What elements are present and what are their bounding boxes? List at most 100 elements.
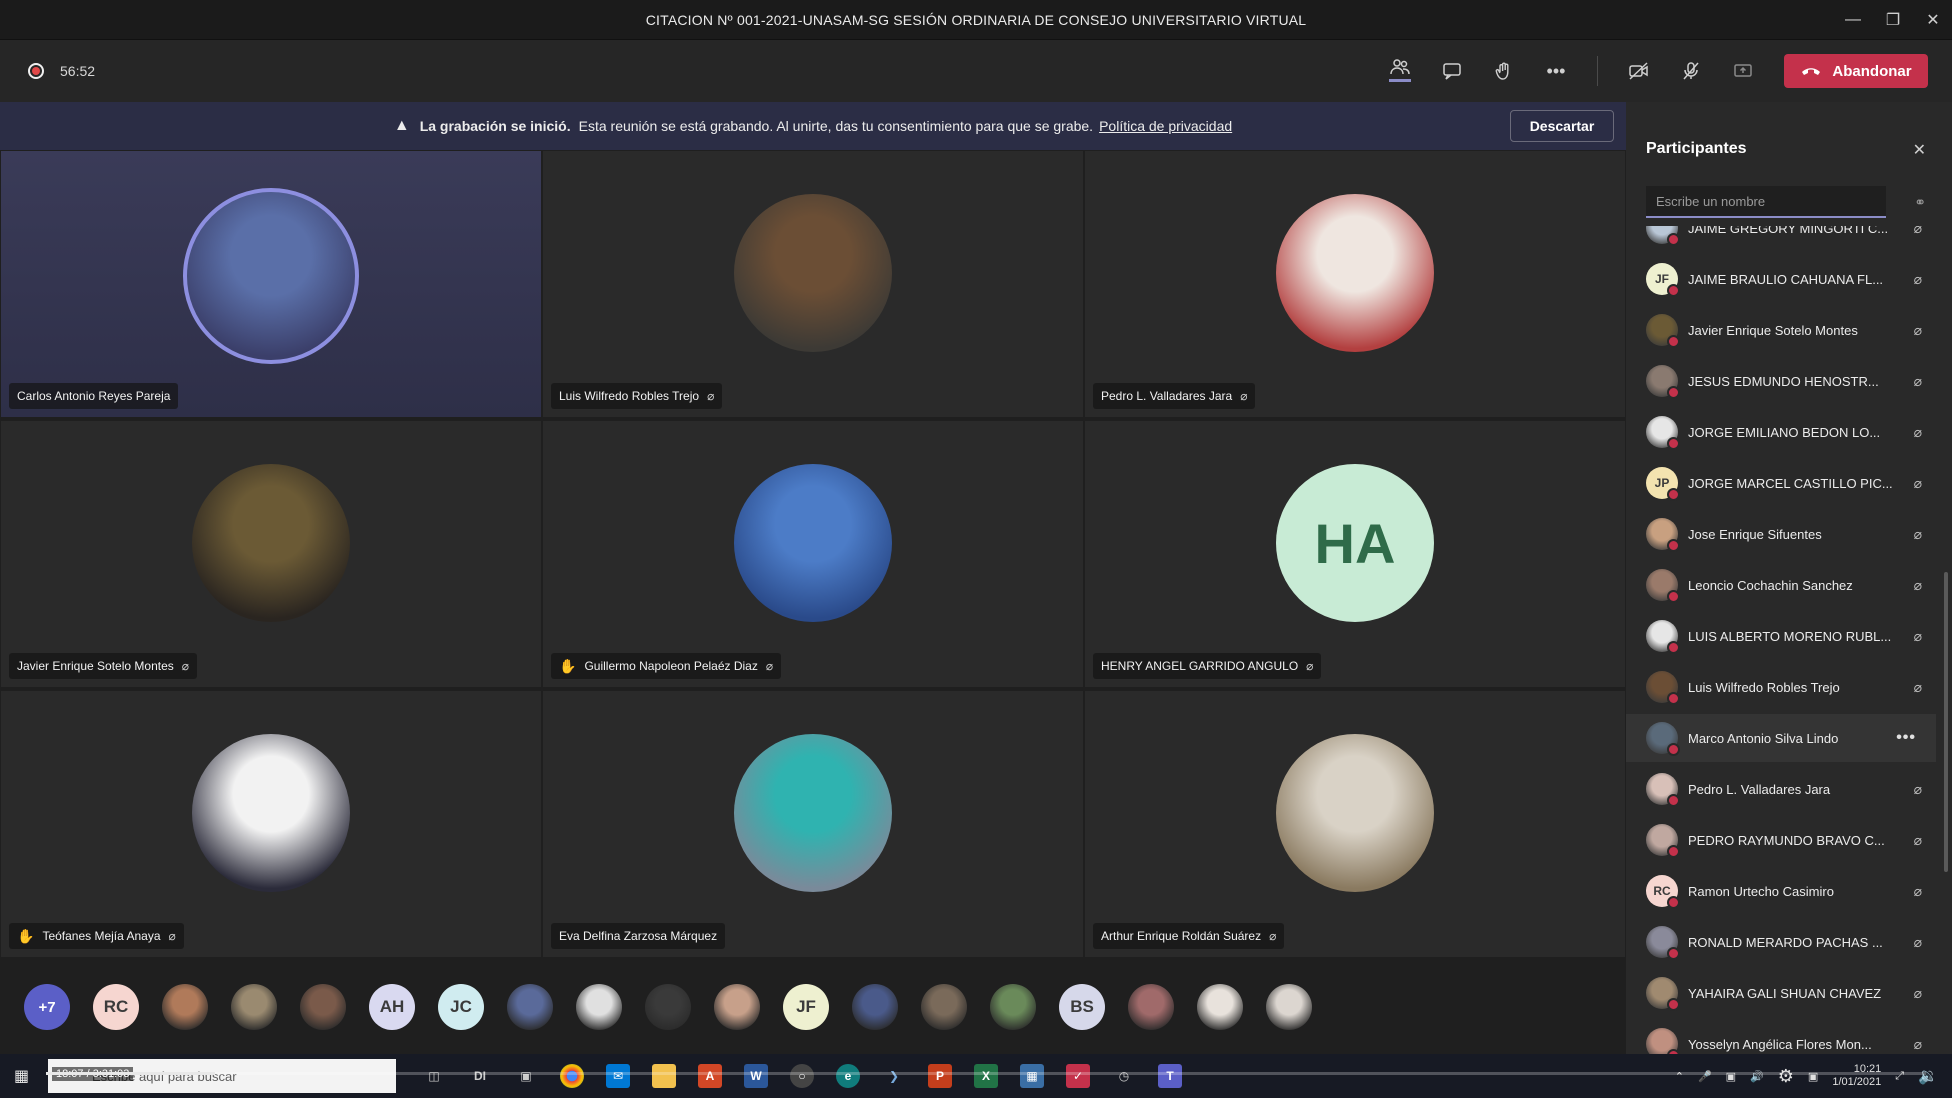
terminal-icon[interactable]: ❯	[882, 1064, 906, 1088]
raise-hand-icon[interactable]	[1493, 60, 1515, 82]
participant-row[interactable]: JP JORGE MARCEL CASTILLO PIC... ⌀	[1626, 459, 1936, 507]
participant-photo-avatar[interactable]	[507, 984, 553, 1030]
participant-initials-avatar[interactable]: BS	[1059, 984, 1105, 1030]
participant-row[interactable]: RC Ramon Urtecho Casimiro ⌀	[1626, 867, 1936, 915]
participant-photo-avatar[interactable]	[1266, 984, 1312, 1030]
video-progress-fill	[46, 1072, 216, 1075]
participant-row[interactable]: JAIME GREGORY MINGORTI C... ⌀	[1626, 226, 1936, 252]
edge-icon[interactable]: e	[836, 1064, 860, 1088]
mic-off-icon: ⌀	[1913, 372, 1922, 389]
mic-off-icon: ⌀	[1913, 984, 1922, 1001]
video-tile[interactable]: Carlos Antonio Reyes Pareja	[0, 150, 542, 418]
participant-row[interactable]: LUIS ALBERTO MORENO RUBL... ⌀	[1626, 612, 1936, 660]
participant-initials-avatar[interactable]: JF	[783, 984, 829, 1030]
participant-photo-avatar[interactable]	[714, 984, 760, 1030]
participant-search-input[interactable]	[1646, 186, 1886, 218]
powerpoint-icon[interactable]: P	[928, 1064, 952, 1088]
more-participants-button[interactable]: +7	[24, 984, 70, 1030]
row-more-options-icon[interactable]: •••	[1896, 729, 1916, 747]
participant-initials-avatar[interactable]: AH	[369, 984, 415, 1030]
video-tile[interactable]: Luis Wilfredo Robles Trejo ⌀	[542, 150, 1084, 418]
participant-initials-avatar[interactable]: RC	[93, 984, 139, 1030]
privacy-policy-link[interactable]: Política de privacidad	[1099, 118, 1232, 134]
participant-row[interactable]: Jose Enrique Sifuentes ⌀	[1626, 510, 1936, 558]
video-tile[interactable]: ✋ Teófanes Mejía Anaya ⌀	[0, 690, 542, 958]
participant-list: JAIME GREGORY MINGORTI C... ⌀ JF JAIME BRAU…	[1626, 226, 1952, 1054]
clock-app-icon[interactable]: ◷	[1112, 1064, 1136, 1088]
participant-photo-avatar[interactable]	[1197, 984, 1243, 1030]
task-view-icon[interactable]: ◫	[422, 1064, 446, 1088]
video-tile[interactable]: Javier Enrique Sotelo Montes ⌀	[0, 420, 542, 688]
excel-icon[interactable]: X	[974, 1064, 998, 1088]
settings-icon[interactable]: ⚙	[1778, 1066, 1794, 1087]
leave-button-label: Abandonar	[1832, 62, 1912, 80]
calculator-icon[interactable]: ▦	[1020, 1064, 1044, 1088]
taskbar-search[interactable]: 18:07 / 3:31:03 Escribe aquí para buscar	[48, 1059, 396, 1093]
participant-row[interactable]: JORGE EMILIANO BEDON LO... ⌀	[1626, 408, 1936, 456]
chrome-icon[interactable]	[560, 1064, 584, 1088]
participant-row[interactable]: RONALD MERARDO PACHAS ... ⌀	[1626, 918, 1936, 966]
camera-off-icon[interactable]	[1628, 60, 1650, 82]
video-tile[interactable]: Arthur Enrique Roldán Suárez ⌀	[1084, 690, 1626, 958]
mail-icon[interactable]: ✉	[606, 1064, 630, 1088]
participant-row[interactable]: Marco Antonio Silva Lindo •••	[1626, 714, 1936, 762]
mic-off-icon: ⌀	[1913, 576, 1922, 593]
media-icon[interactable]: ○	[790, 1064, 814, 1088]
mic-off-icon[interactable]	[1680, 60, 1702, 82]
store-icon[interactable]: ▣	[514, 1064, 538, 1088]
phone-hangup-icon	[1802, 68, 1821, 75]
more-options-icon[interactable]: •••	[1545, 60, 1567, 82]
participant-row[interactable]: PEDRO RAYMUNDO BRAVO C... ⌀	[1626, 816, 1936, 864]
meeting-toolbar: 56:52 ••• Abandonar	[0, 40, 1952, 102]
participant-name: Javier Enrique Sotelo Montes	[17, 659, 174, 673]
acrobat-icon[interactable]: ✓	[1066, 1064, 1090, 1088]
participant-photo-avatar[interactable]	[990, 984, 1036, 1030]
participant-photo-avatar[interactable]	[921, 984, 967, 1030]
mic-off-icon: ⌀	[1913, 321, 1922, 338]
participant-row[interactable]: Pedro L. Valladares Jara ⌀	[1626, 765, 1936, 813]
participant-photo-avatar[interactable]	[576, 984, 622, 1030]
participant-row[interactable]: YAHAIRA GALI SHUAN CHAVEZ ⌀	[1626, 969, 1936, 1017]
participant-row[interactable]: Javier Enrique Sotelo Montes ⌀	[1626, 306, 1936, 354]
hide-icon[interactable]: ⚭	[1914, 194, 1926, 211]
app-dl-icon[interactable]: DI	[468, 1064, 492, 1088]
video-tile[interactable]: HA HENRY ANGEL GARRIDO ANGULO ⌀	[1084, 420, 1626, 688]
participant-row[interactable]: Luis Wilfredo Robles Trejo ⌀	[1626, 663, 1936, 711]
teams-icon[interactable]: T	[1158, 1064, 1182, 1088]
close-window-icon[interactable]: ✕	[1922, 10, 1944, 30]
participant-avatar	[1646, 518, 1680, 552]
participant-name: Luis Wilfredo Robles Trejo	[559, 389, 700, 403]
participant-row[interactable]: JESUS EDMUNDO HENOSTR... ⌀	[1626, 357, 1936, 405]
minimize-icon[interactable]: —	[1842, 11, 1864, 29]
leave-button[interactable]: Abandonar	[1784, 54, 1928, 88]
speaker-icon[interactable]: 🔉	[1918, 1066, 1938, 1086]
participant-initials-avatar[interactable]: JC	[438, 984, 484, 1030]
participant-row[interactable]: Yosselyn Angélica Flores Mon... ⌀	[1626, 1020, 1936, 1054]
chat-icon[interactable]	[1441, 60, 1463, 82]
video-tile[interactable]: ✋ Guillermo Napoleon Pelaéz Diaz ⌀	[542, 420, 1084, 688]
share-screen-icon[interactable]	[1732, 60, 1754, 82]
participant-photo-avatar[interactable]	[231, 984, 277, 1030]
start-icon[interactable]: ▦	[14, 1066, 36, 1086]
tray-clock[interactable]: 10:21 1/01/2021	[1832, 1063, 1881, 1089]
participant-photo-avatar[interactable]	[645, 984, 691, 1030]
participant-photo-avatar[interactable]	[1128, 984, 1174, 1030]
participant-row[interactable]: JF JAIME BRAULIO CAHUANA FL... ⌀	[1626, 255, 1936, 303]
panel-scrollbar[interactable]	[1944, 572, 1948, 872]
banner-bold-text: La grabación se inició.	[419, 118, 571, 134]
participant-photo-avatar[interactable]	[852, 984, 898, 1030]
word-icon[interactable]: W	[744, 1064, 768, 1088]
video-progress-bar[interactable]	[46, 1072, 1926, 1075]
participant-photo-avatar[interactable]	[162, 984, 208, 1030]
dismiss-button[interactable]: Descartar	[1510, 110, 1614, 142]
video-tile[interactable]: Eva Delfina Zarzosa Márquez	[542, 690, 1084, 958]
participant-row[interactable]: Leoncio Cochachin Sanchez ⌀	[1626, 561, 1936, 609]
participant-photo-avatar[interactable]	[300, 984, 346, 1030]
restore-icon[interactable]: ❐	[1882, 10, 1904, 30]
participants-icon[interactable]	[1389, 58, 1411, 82]
pdf-icon[interactable]: A	[698, 1064, 722, 1088]
video-tile[interactable]: Pedro L. Valladares Jara ⌀	[1084, 150, 1626, 418]
close-panel-icon[interactable]: ✕	[1913, 140, 1926, 160]
title-bar: CITACION Nº 001-2021-UNASAM-SG SESIÓN OR…	[0, 0, 1952, 40]
file-explorer-icon[interactable]	[652, 1064, 676, 1088]
